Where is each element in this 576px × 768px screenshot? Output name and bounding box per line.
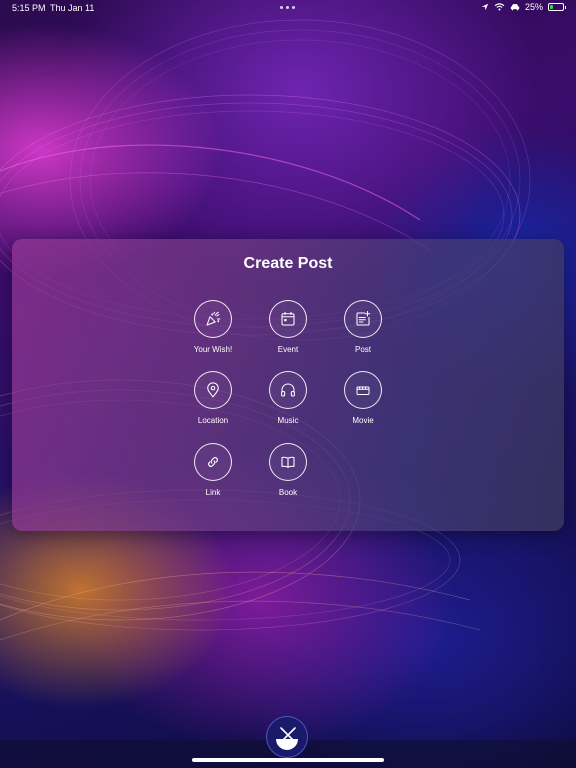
option-movie[interactable]: Movie <box>328 371 398 425</box>
option-label: Music <box>277 416 299 425</box>
battery-percent: 25% <box>524 2 543 12</box>
party-popper-icon <box>206 311 221 326</box>
battery-level <box>550 5 553 9</box>
multitasking-dots-icon[interactable] <box>280 6 295 9</box>
option-label: Book <box>278 488 298 497</box>
map-pin-icon <box>207 382 219 398</box>
modal-title: Create Post <box>243 255 333 272</box>
option-circle[interactable] <box>194 443 232 481</box>
status-date: Thu Jan 11 <box>50 3 95 13</box>
link-icon <box>208 457 218 467</box>
wifi-icon <box>494 3 505 11</box>
close-button[interactable] <box>266 716 308 758</box>
option-label: Movie <box>352 416 374 425</box>
clapperboard-icon <box>356 386 370 395</box>
option-music[interactable]: Music <box>253 371 323 425</box>
option-circle[interactable] <box>269 443 307 481</box>
option-event[interactable]: Event <box>253 300 323 354</box>
status-time: 5:15 PM <box>12 3 46 13</box>
option-link[interactable]: Link <box>178 443 248 497</box>
status-right: 25% <box>481 2 566 12</box>
home-indicator[interactable] <box>192 758 384 762</box>
headphones-icon <box>281 383 295 397</box>
option-post[interactable]: Post <box>328 300 398 354</box>
option-label: Event <box>277 345 299 354</box>
open-book-icon <box>281 456 295 468</box>
car-icon <box>510 4 520 11</box>
post-add-icon <box>356 310 371 326</box>
calendar-icon <box>281 311 295 326</box>
option-circle[interactable] <box>194 371 232 409</box>
option-book[interactable]: Book <box>253 443 323 497</box>
option-circle[interactable] <box>194 300 232 338</box>
option-label: Post <box>354 345 371 354</box>
option-label: Link <box>205 488 221 497</box>
location-arrow-icon <box>481 3 489 11</box>
option-label: Your Wish! <box>193 345 233 354</box>
option-circle[interactable] <box>344 300 382 338</box>
option-label: Location <box>197 416 229 425</box>
option-location[interactable]: Location <box>178 371 248 425</box>
battery-charging-icon <box>548 3 566 11</box>
create-post-modal: Create Post Your Wish! Event Post Locati… <box>12 239 564 531</box>
option-your-wish[interactable]: Your Wish! <box>178 300 248 354</box>
app-screen: 5:15 PM Thu Jan 11 25% Create Post Your … <box>0 0 576 768</box>
close-icon <box>280 727 296 743</box>
status-bar: 5:15 PM Thu Jan 11 25% <box>0 0 576 18</box>
option-circle[interactable] <box>344 371 382 409</box>
option-circle[interactable] <box>269 300 307 338</box>
option-circle[interactable] <box>269 371 307 409</box>
